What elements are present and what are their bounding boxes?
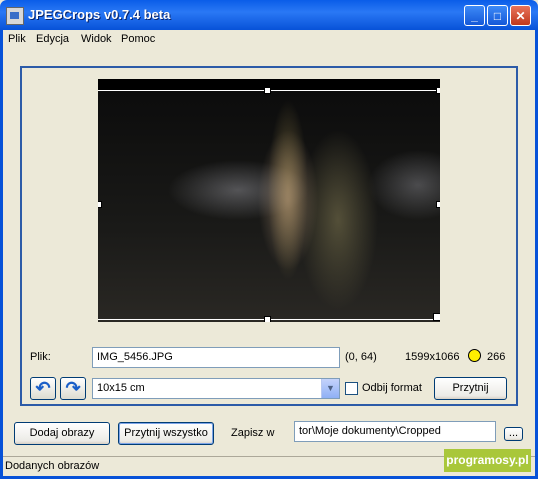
crop-button[interactable]: Przytnij <box>434 377 507 400</box>
rotate-left-button[interactable]: ↶ <box>30 377 56 400</box>
rotate-right-icon: ↷ <box>65 378 81 398</box>
chevron-down-icon[interactable]: ▼ <box>321 379 339 398</box>
offset-value: (0, 64) <box>345 351 377 363</box>
filename-field[interactable]: IMG_5456.JPG <box>92 347 340 368</box>
photo <box>98 90 440 322</box>
close-button[interactable]: ✕ <box>510 5 531 26</box>
file-label: Plik: <box>30 351 51 363</box>
image-preview[interactable] <box>98 79 440 322</box>
crop-all-button[interactable]: Przytnij wszystko <box>118 422 214 445</box>
menu-plik[interactable]: Plik <box>8 33 26 45</box>
crop-handle-right[interactable] <box>436 201 440 208</box>
quality-indicator-icon <box>468 349 481 362</box>
crop-handle-top[interactable] <box>264 87 271 94</box>
crop-handle-bottom[interactable] <box>264 316 271 322</box>
window-title: JPEGCrops v0.7.4 beta <box>28 7 171 22</box>
flip-format-checkbox[interactable] <box>345 382 358 395</box>
watermark-logo: programosy.pl <box>444 449 531 472</box>
title-bar: JPEGCrops v0.7.4 beta _ □ ✕ <box>0 0 538 30</box>
maximize-button[interactable]: □ <box>487 5 508 26</box>
app-icon <box>6 7 24 25</box>
menu-bar: Plik Edycja Widok Pomoc <box>0 30 538 50</box>
format-select-value: 10x15 cm <box>97 382 145 394</box>
minimize-button[interactable]: _ <box>464 5 485 26</box>
status-text: Dodanych obrazów <box>5 460 100 472</box>
save-path-field[interactable]: tor\Moje dokumenty\Cropped <box>294 421 496 442</box>
crop-handle-left[interactable] <box>98 201 102 208</box>
add-images-button[interactable]: Dodaj obrazy <box>14 422 110 445</box>
menu-edycja[interactable]: Edycja <box>36 33 69 45</box>
flip-format-label[interactable]: Odbij format <box>362 382 422 394</box>
menu-pomoc[interactable]: Pomoc <box>121 33 155 45</box>
browse-button[interactable]: ... <box>504 427 523 441</box>
crop-handle-bottom-right[interactable] <box>433 313 440 321</box>
format-select[interactable]: 10x15 cm ▼ <box>92 378 340 399</box>
crop-handle-top-right[interactable] <box>436 87 440 94</box>
resolution-value: 1599x1066 <box>405 351 460 363</box>
menu-widok[interactable]: Widok <box>81 33 112 45</box>
save-to-label: Zapisz w <box>231 427 275 439</box>
rotate-left-icon: ↶ <box>35 378 51 398</box>
rotate-right-button[interactable]: ↷ <box>60 377 86 400</box>
dpi-value: 266 <box>487 351 506 363</box>
